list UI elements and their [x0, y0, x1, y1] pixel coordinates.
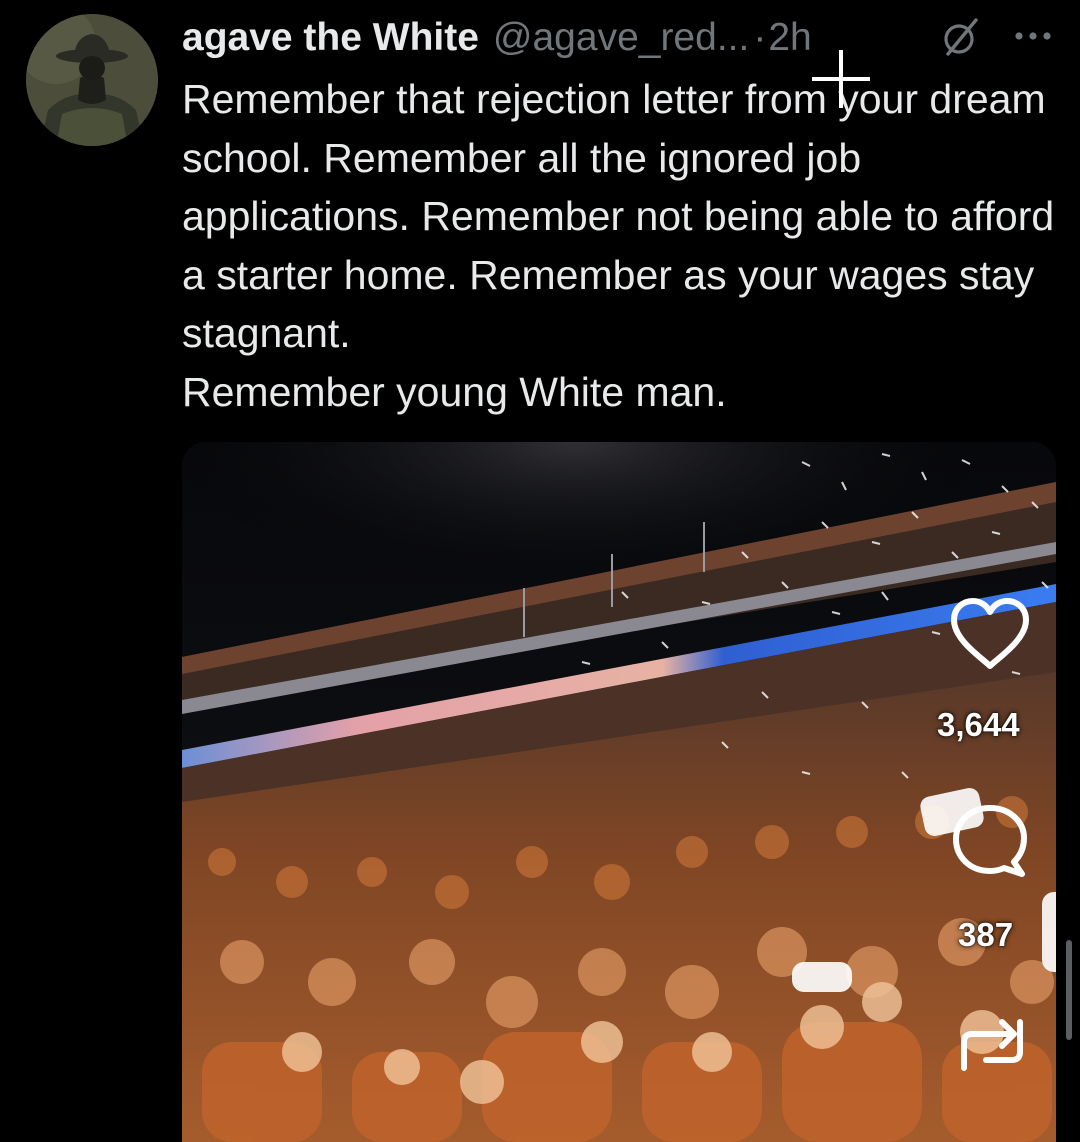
more-icon[interactable]	[1010, 18, 1056, 54]
heart-icon[interactable]	[946, 596, 1034, 672]
header-separator: ·	[753, 16, 767, 59]
reply-count: 387	[958, 916, 1014, 953]
tweet-header: agave the White @agave_red... · 2h	[182, 12, 1062, 64]
tweet-paragraph: Remember that rejection letter from your…	[182, 76, 1055, 356]
scrollbar[interactable]	[1066, 940, 1072, 1040]
tweet-paragraph: Remember young White man.	[182, 368, 727, 415]
user-handle[interactable]: @agave_red...	[493, 16, 749, 60]
cursor-crosshair-icon	[812, 50, 870, 108]
display-name[interactable]: agave the White	[182, 16, 479, 60]
tweet-media[interactable]	[182, 442, 1056, 1142]
reply-icon[interactable]	[950, 802, 1030, 878]
timestamp[interactable]: 2h	[768, 16, 811, 60]
avatar-image	[26, 14, 158, 146]
grok-icon[interactable]	[940, 16, 982, 58]
tweet[interactable]: agave the White @agave_red... · 2h Remem…	[0, 0, 1080, 1142]
like-count: 3,644	[937, 706, 1020, 743]
repost-icon[interactable]	[952, 1008, 1032, 1080]
avatar[interactable]	[26, 14, 158, 146]
stadium-photo	[182, 442, 1056, 1142]
tweet-text: Remember that rejection letter from your…	[182, 70, 1067, 421]
